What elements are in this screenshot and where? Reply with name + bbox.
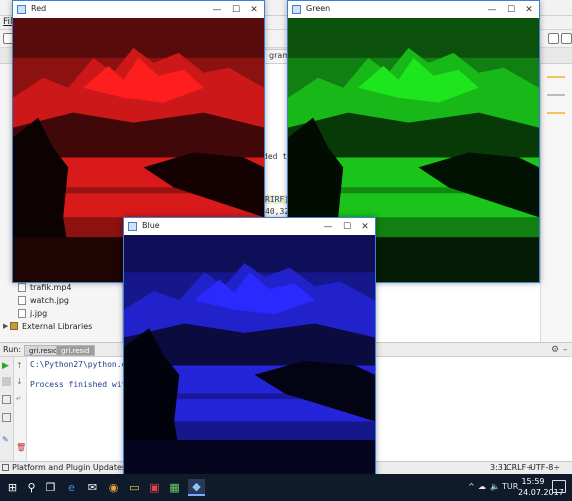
language-indicator[interactable]: TUR [502, 482, 518, 491]
close-icon[interactable]: ✕ [245, 2, 263, 17]
status-icon[interactable] [2, 464, 9, 471]
window-title-bar[interactable]: Blue — ☐ ✕ [124, 218, 375, 235]
marker [547, 94, 565, 96]
window-app-icon [128, 222, 137, 231]
search-icon[interactable]: ⚲ [23, 479, 40, 496]
pin-icon[interactable]: ✎ [2, 435, 11, 444]
window-app-icon [17, 5, 26, 14]
desktop: File gram d2 trafik.mp4 watch.jpg j.jpg … [0, 0, 572, 501]
print-icon[interactable] [2, 413, 11, 422]
tree-item-label: External Libraries [22, 321, 93, 331]
taskbar: ⊞ ⚲ ❐ e ✉ ◉ ▭ ▣ ▦ ◆ ^ ☁ 🔈 TUR 15:59 24.0… [0, 474, 572, 501]
minimize-icon[interactable]: — [319, 219, 337, 234]
maximize-icon[interactable]: ☐ [227, 2, 245, 17]
run-tab-active[interactable]: gri.resıd [56, 345, 95, 356]
clock[interactable]: 15:59 24.07.2017 [518, 476, 564, 498]
run-label: Run: [3, 345, 22, 354]
line-separator[interactable]: CRLF÷ [506, 463, 533, 472]
up-arrow-icon[interactable]: ↑ [16, 361, 23, 370]
library-icon [10, 322, 18, 330]
minimize-panel-icon[interactable]: – [563, 345, 568, 355]
file-icon [18, 308, 26, 318]
tree-item-j[interactable]: j.jpg [18, 307, 47, 319]
console-gutter: ↑ ↓ ⤶ 🗑 [14, 357, 27, 461]
file-explorer-icon[interactable]: ▭ [126, 479, 143, 496]
close-icon[interactable]: ✕ [356, 219, 374, 234]
maximize-icon[interactable]: ☐ [502, 2, 520, 17]
python-icon[interactable]: ◆ [188, 479, 205, 496]
down-arrow-icon[interactable]: ↓ [16, 377, 23, 386]
settings-icon[interactable] [561, 33, 572, 44]
tree-item-external-libraries[interactable]: External Libraries [10, 320, 92, 332]
marker [547, 112, 565, 114]
marker [547, 76, 565, 78]
store-icon[interactable]: ◉ [105, 479, 122, 496]
file-encoding[interactable]: UTF-8÷ [530, 463, 560, 472]
blue-channel-window[interactable]: Blue — ☐ ✕ [123, 217, 376, 483]
volume-icon[interactable]: 🔈 [490, 482, 500, 491]
window-app-icon [292, 5, 301, 14]
file-icon [18, 295, 26, 305]
stop-icon[interactable] [2, 377, 11, 386]
window-title: Red [31, 4, 47, 13]
pause-icon[interactable] [2, 395, 11, 404]
minimize-icon[interactable]: — [208, 2, 226, 17]
file-icon [18, 282, 26, 292]
image-canvas [124, 235, 375, 482]
minimize-icon[interactable]: — [483, 2, 501, 17]
window-title-bar[interactable]: Red — ☐ ✕ [13, 1, 264, 18]
network-icon[interactable]: ☁ [478, 482, 486, 491]
mail-icon[interactable]: ✉ [84, 479, 101, 496]
tree-item-label: watch.jpg [30, 295, 69, 305]
window-title: Blue [142, 221, 160, 230]
tree-item-label: trafik.mp4 [30, 282, 72, 292]
tree-item-watch[interactable]: watch.jpg [18, 294, 69, 306]
gear-icon[interactable]: ⚙ [551, 345, 559, 355]
clock-time: 15:59 [521, 477, 545, 486]
notifications-icon[interactable] [552, 480, 566, 493]
rerun-icon[interactable]: ▶ [2, 361, 11, 371]
code-text: RIRF) [265, 195, 290, 204]
run-toolbar: ▶ ✎ [0, 357, 14, 461]
code-text: 40,32 [265, 207, 290, 216]
pdf-icon[interactable]: ▣ [146, 479, 163, 496]
maximize-icon[interactable]: ☐ [338, 219, 356, 234]
expand-arrow-icon[interactable]: ▶ [3, 322, 8, 330]
close-icon[interactable]: ✕ [520, 2, 538, 17]
tray-up-arrow-icon[interactable]: ^ [468, 482, 475, 491]
window-title-bar[interactable]: Green — ☐ ✕ [288, 1, 539, 18]
editor-scroll-markers [540, 64, 572, 342]
wrap-icon[interactable]: ⤶ [16, 393, 20, 403]
task-view-icon[interactable]: ❐ [42, 479, 59, 496]
tree-item-label: j.jpg [30, 308, 48, 318]
search-icon[interactable] [548, 33, 559, 44]
edge-icon[interactable]: e [63, 479, 80, 496]
landscape-image [124, 235, 375, 482]
clock-date: 24.07.2017 [518, 488, 564, 497]
pycharm-icon[interactable]: ▦ [166, 479, 183, 496]
windows-start-icon[interactable]: ⊞ [4, 479, 21, 496]
delete-icon[interactable]: 🗑 [16, 443, 26, 452]
window-title: Green [306, 4, 331, 13]
